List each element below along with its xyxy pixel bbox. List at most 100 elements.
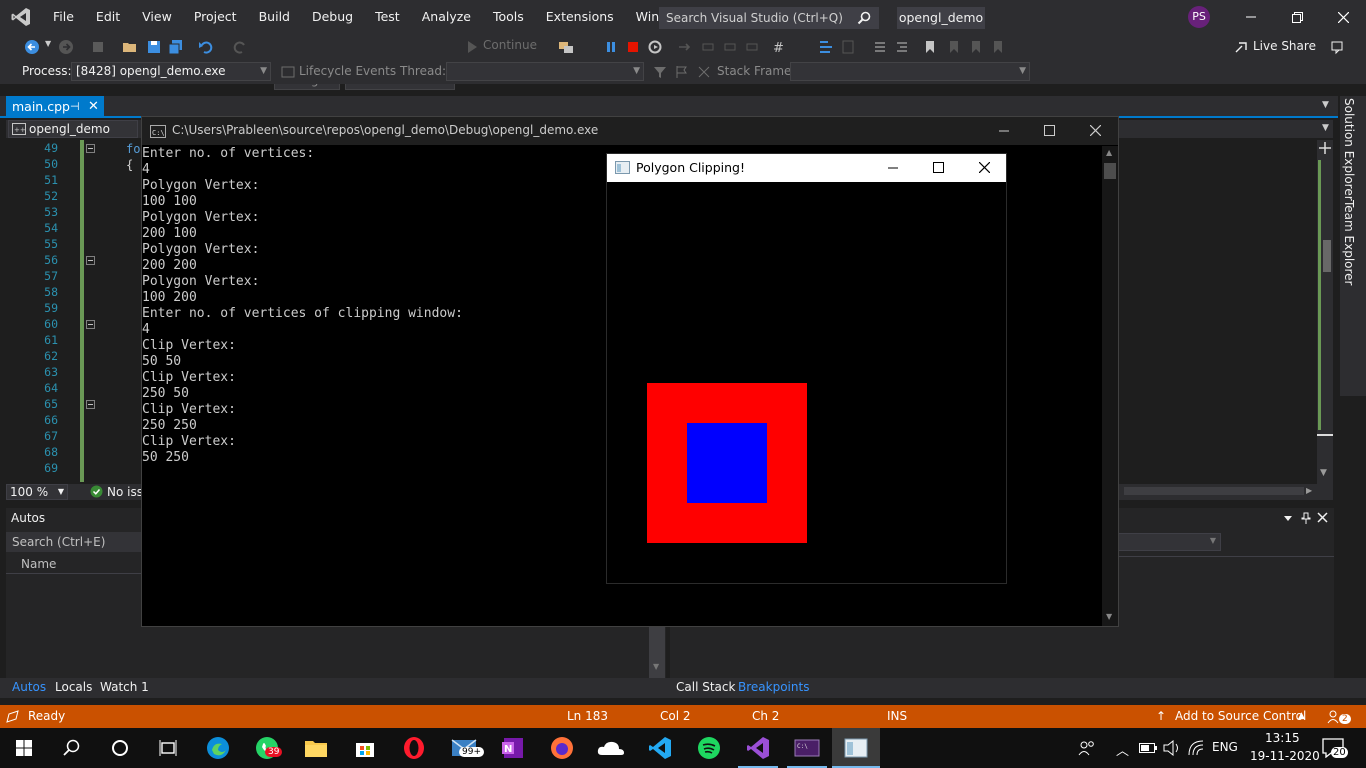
save-icon[interactable] xyxy=(146,39,162,55)
lifecycle-icon[interactable] xyxy=(280,64,296,80)
prev-bookmark-icon[interactable] xyxy=(946,39,962,55)
scroll-down-icon[interactable]: ▼ xyxy=(653,662,659,671)
zoom-dropdown[interactable]: 100 % ▼ xyxy=(6,484,68,500)
chevron-up-icon[interactable]: ▲ xyxy=(1298,711,1305,721)
minimize-button[interactable] xyxy=(1228,0,1274,34)
stack-icon[interactable] xyxy=(840,39,856,55)
opengl-title-bar[interactable]: Polygon Clipping! xyxy=(607,154,1006,182)
minimize-icon[interactable] xyxy=(888,167,898,169)
solution-explorer-tab[interactable]: Solution Explorer xyxy=(1342,98,1356,201)
console-scroll-thumb[interactable] xyxy=(1104,163,1116,179)
next-bookmark-icon[interactable] xyxy=(968,39,984,55)
clock-date[interactable]: 19-11-2020 xyxy=(1250,749,1320,763)
console-minimize-icon[interactable] xyxy=(999,130,1009,132)
visual-studio-logo-icon[interactable] xyxy=(0,0,42,34)
step-out-icon[interactable] xyxy=(744,39,760,55)
step-into-icon[interactable] xyxy=(700,39,716,55)
taskbar-console[interactable]: C:\ xyxy=(783,728,831,768)
people-icon[interactable] xyxy=(1078,740,1096,756)
flag-cancel-icon[interactable] xyxy=(696,64,712,80)
taskbar-whatsapp[interactable]: 39 xyxy=(243,728,291,768)
window-dropdown-icon[interactable] xyxy=(1282,512,1294,524)
scroll-up-icon[interactable]: ▲ xyxy=(1106,148,1112,157)
show-hidden-icons-icon[interactable]: ︿ xyxy=(1116,740,1129,759)
horizontal-scrollbar[interactable] xyxy=(1124,487,1304,495)
cortana-button[interactable] xyxy=(96,728,144,768)
tab-locals[interactable]: Locals xyxy=(55,680,92,694)
stop-icon[interactable] xyxy=(625,39,641,55)
autos-search-input[interactable]: Search (Ctrl+E) xyxy=(6,532,146,552)
undo-icon[interactable] xyxy=(198,39,214,55)
taskbar-store[interactable] xyxy=(341,728,389,768)
taskbar-onenote[interactable]: N xyxy=(489,728,537,768)
console-scrollbar[interactable]: ▲ ▼ xyxy=(1102,146,1118,626)
tab-breakpoints[interactable]: Breakpoints xyxy=(738,680,809,694)
comment-out-icon[interactable] xyxy=(872,39,888,55)
close-icon[interactable] xyxy=(979,162,990,173)
project-dropdown[interactable]: ++ opengl_demo xyxy=(8,120,138,138)
clear-bookmarks-icon[interactable] xyxy=(990,39,1006,55)
tab-main-cpp[interactable]: main.cpp ⊣ ✕ xyxy=(6,96,104,118)
back-dropdown-icon[interactable]: ▼ xyxy=(45,39,51,48)
battery-icon[interactable] xyxy=(1139,742,1157,754)
pin-icon[interactable]: ⊣ xyxy=(70,96,80,117)
continue-button[interactable]: Continue xyxy=(483,38,537,52)
console-maximize-icon[interactable] xyxy=(1044,125,1055,136)
live-share-icon[interactable] xyxy=(1234,39,1250,55)
menu-build[interactable]: Build xyxy=(248,0,301,34)
split-editor-icon[interactable] xyxy=(1318,141,1332,155)
console-title-bar[interactable]: C:\ C:\Users\Prableen\source\repos\openg… xyxy=(142,117,1118,145)
tab-overflow-icon[interactable]: ▼ xyxy=(1322,100,1329,110)
thread-icon[interactable] xyxy=(818,39,834,55)
pause-icon[interactable] xyxy=(603,39,619,55)
console-close-icon[interactable] xyxy=(1090,125,1101,136)
close-tab-icon[interactable]: ✕ xyxy=(88,96,99,117)
autos-scrollbar[interactable]: ▼ xyxy=(649,626,665,678)
live-share-button[interactable]: Live Share xyxy=(1253,39,1316,53)
filter-icon[interactable] xyxy=(652,64,668,80)
menu-view[interactable]: View xyxy=(131,0,183,34)
back-icon[interactable] xyxy=(24,39,40,55)
uncomment-icon[interactable] xyxy=(894,39,910,55)
search-input[interactable]: Search Visual Studio (Ctrl+Q) xyxy=(659,7,879,29)
redo-icon[interactable] xyxy=(232,39,248,55)
taskbar-mail[interactable]: 99+ xyxy=(440,728,488,768)
show-next-statement-icon[interactable] xyxy=(677,39,693,55)
tab-autos[interactable]: Autos xyxy=(12,680,46,694)
avatar[interactable]: PS xyxy=(1188,6,1210,28)
step-over-icon[interactable] xyxy=(722,39,738,55)
breakpoints-filter-dropdown[interactable]: ▼ xyxy=(1118,533,1221,551)
menu-tools[interactable]: Tools xyxy=(482,0,535,34)
clock-time[interactable]: 13:15 xyxy=(1265,731,1300,745)
taskbar-visual-studio[interactable] xyxy=(734,728,782,768)
taskbar-edge[interactable] xyxy=(194,728,242,768)
menu-debug[interactable]: Debug xyxy=(301,0,364,34)
fold-icon[interactable] xyxy=(86,144,95,153)
editor-vertical-scrollbar[interactable] xyxy=(1317,140,1333,484)
new-project-icon[interactable] xyxy=(90,39,106,55)
taskbar-vscode[interactable] xyxy=(636,728,684,768)
flag-thread-icon[interactable] xyxy=(674,64,690,80)
scroll-right-icon[interactable]: ▶ xyxy=(1306,486,1312,495)
menu-project[interactable]: Project xyxy=(183,0,248,34)
wifi-icon[interactable] xyxy=(1188,740,1206,756)
taskbar-file-explorer[interactable] xyxy=(292,728,340,768)
chevron-down-icon[interactable]: ▼ xyxy=(1322,123,1329,133)
taskbar-onedrive[interactable] xyxy=(587,728,635,768)
process-dropdown[interactable]: [8428] opengl_demo.exe ▼ xyxy=(71,62,271,81)
pin-icon[interactable] xyxy=(1300,512,1312,524)
task-view-button[interactable] xyxy=(144,728,192,768)
bookmark-icon[interactable] xyxy=(922,39,938,55)
lifecycle-events-button[interactable]: Lifecycle Events xyxy=(299,64,396,78)
hex-display-icon[interactable]: # xyxy=(772,39,788,55)
search-button[interactable] xyxy=(48,728,96,768)
team-explorer-tab[interactable]: Team Explorer xyxy=(1342,200,1356,286)
process-icon[interactable] xyxy=(558,39,574,55)
menu-test[interactable]: Test xyxy=(364,0,411,34)
add-to-source-control-button[interactable]: Add to Source Control xyxy=(1175,709,1306,723)
fold-icon[interactable] xyxy=(86,320,95,329)
scroll-down-icon[interactable]: ▼ xyxy=(1320,468,1327,478)
restore-button[interactable] xyxy=(1274,0,1320,34)
volume-icon[interactable] xyxy=(1163,740,1181,756)
open-folder-icon[interactable] xyxy=(122,39,138,55)
